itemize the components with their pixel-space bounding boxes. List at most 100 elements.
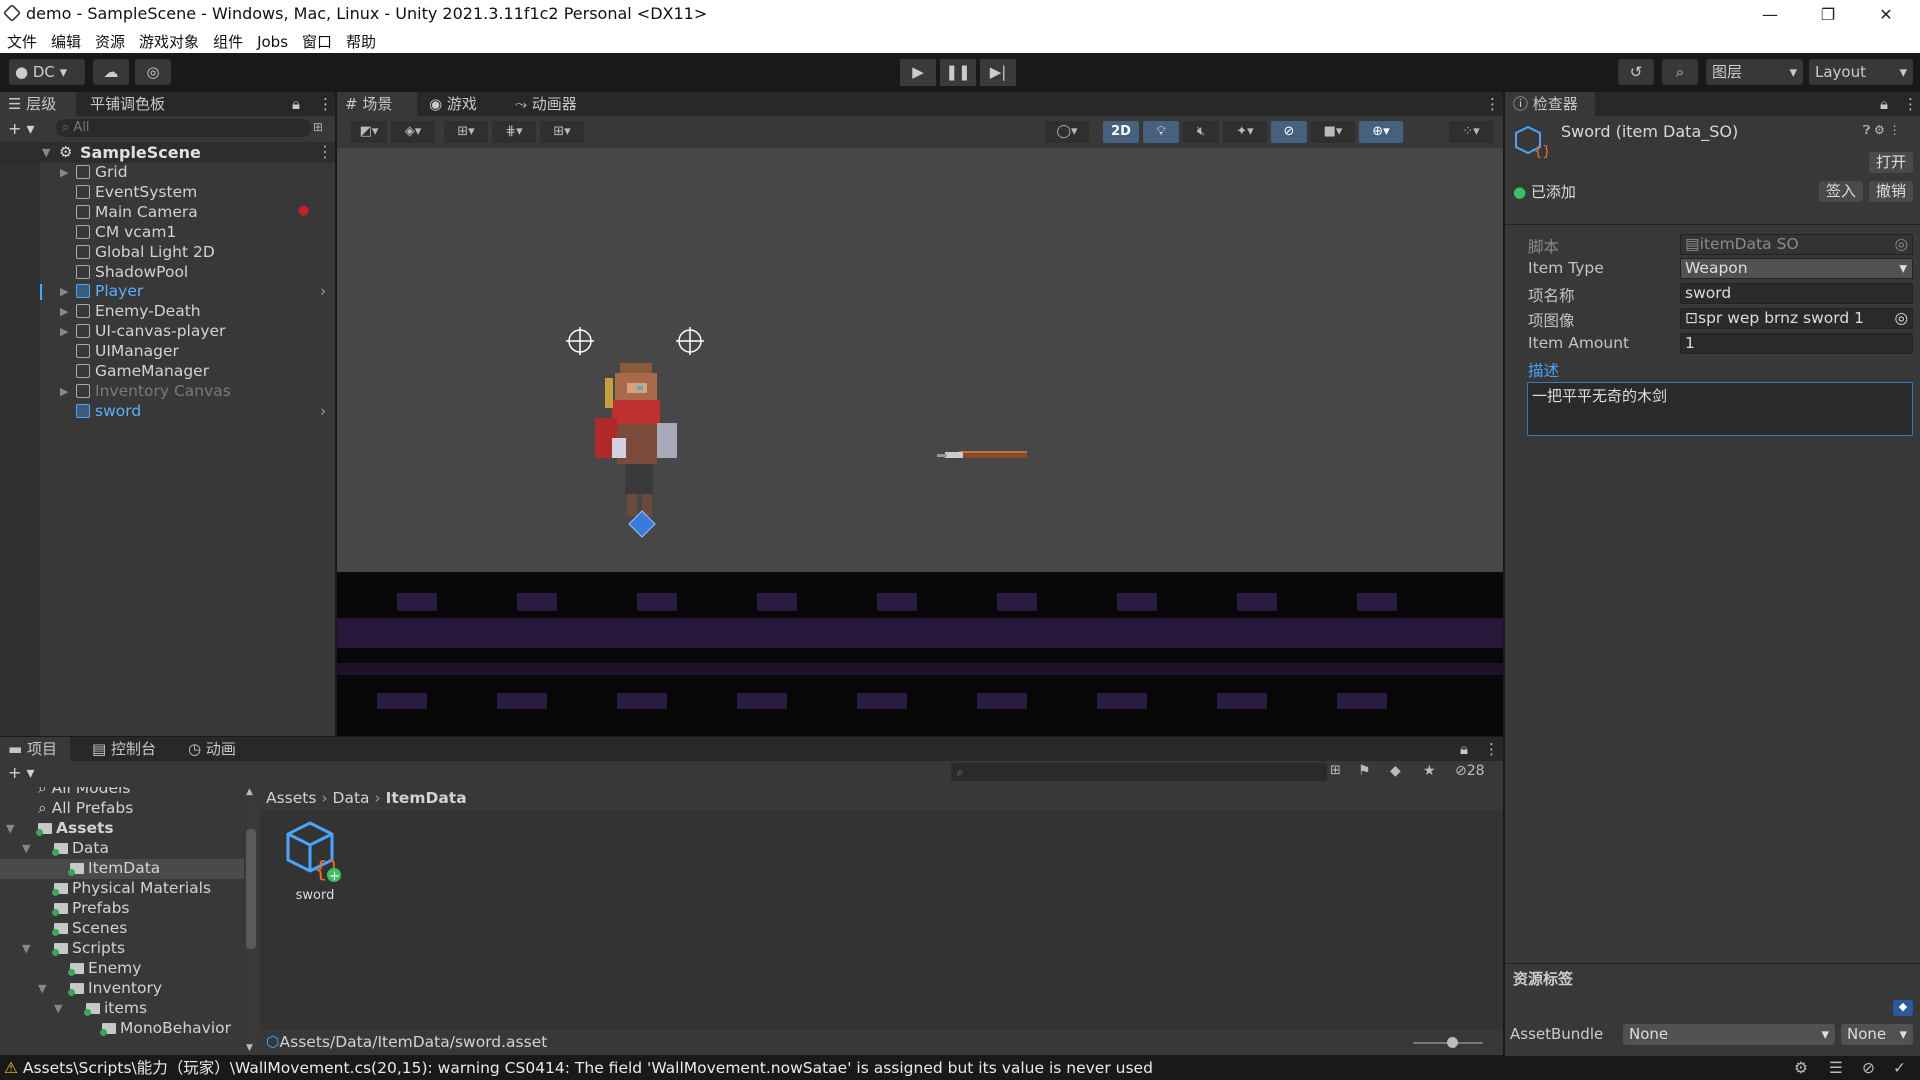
scene-canvas[interactable]	[337, 148, 1503, 736]
shading-icon[interactable]: ◈▾	[391, 121, 435, 143]
tree-item-prefabs[interactable]: Prefabs	[0, 899, 244, 919]
checkin-button[interactable]: 签入	[1819, 181, 1863, 202]
auto-generate-lighting-icon[interactable]: ✓	[1893, 1056, 1906, 1080]
more-icon[interactable]: ⋮	[1477, 92, 1508, 116]
hidden-packages-icon[interactable]: ⊘28	[1455, 763, 1485, 779]
expand-arrow-icon[interactable]: ▼	[38, 982, 46, 995]
breadcrumb-itemdata[interactable]: ItemData	[386, 789, 467, 807]
hierarchy-item-uimanager[interactable]: UIManager	[0, 342, 335, 362]
create-asset-button[interactable]: + ▾	[8, 763, 35, 782]
description-textarea[interactable]: 一把平平无奇的木剑	[1527, 382, 1913, 436]
chevron-right-icon[interactable]: ›	[320, 282, 326, 300]
hierarchy-item-cm-vcam1[interactable]: CM vcam1	[0, 223, 335, 243]
favorites-icon[interactable]: ★	[1423, 763, 1436, 779]
render-mode-icon[interactable]: ◯▾	[1045, 121, 1089, 143]
tree-item-all-prefabs[interactable]: ⌕ All Prefabs	[0, 799, 244, 819]
audio-icon[interactable]: 🔇︎	[1183, 121, 1219, 143]
2d-toggle-button[interactable]: 2D	[1103, 121, 1139, 143]
add-object-button[interactable]: + ▾	[8, 119, 35, 138]
hierarchy-item-player[interactable]: ▶ Player ›	[0, 282, 335, 302]
filter-by-type-icon[interactable]: ⚑	[1358, 763, 1371, 779]
project-search-input[interactable]: ⌕	[951, 763, 1327, 781]
scene-row[interactable]: ▼ ⚙ SampleScene ⋮	[0, 142, 335, 163]
overlay-menu-icon[interactable]: ⁘▾	[1449, 121, 1493, 143]
filter-by-label-icon[interactable]: ◆	[1390, 763, 1401, 779]
expand-arrow-icon[interactable]: ▶	[60, 325, 68, 338]
expand-arrow-icon[interactable]: ▼	[54, 1002, 62, 1015]
tab-animator[interactable]: ⤳ 动画器	[507, 92, 585, 116]
play-button[interactable]: ▶	[900, 59, 936, 86]
assetbundle-variant-dropdown[interactable]: None ▾	[1841, 1024, 1913, 1045]
tag-icon[interactable]: ◆	[1893, 1000, 1913, 1016]
menu-jobs[interactable]: Jobs	[250, 31, 295, 51]
scroll-up-icon[interactable]: ▲	[246, 787, 253, 797]
maximize-button[interactable]: ❐	[1800, 0, 1856, 29]
hierarchy-item-ui-canvas-player[interactable]: ▶ UI-canvas-player	[0, 322, 335, 342]
tab-game[interactable]: ◉ 游戏	[421, 92, 485, 116]
collab-icon[interactable]: ◎	[135, 59, 171, 85]
expand-arrow-icon[interactable]: ▼	[22, 942, 30, 955]
scrollbar-thumb[interactable]	[246, 829, 256, 949]
menu-window[interactable]: 窗口	[295, 29, 339, 52]
help-icon[interactable]: ❓︎ ⚙ ⋮	[1863, 123, 1901, 138]
chevron-right-icon[interactable]: ›	[320, 402, 326, 420]
cloud-icon[interactable]: ☁	[93, 59, 129, 85]
item-type-dropdown[interactable]: Weapon ▾	[1680, 258, 1913, 279]
tree-item-itemdata[interactable]: ItemData	[0, 859, 244, 879]
lighting-icon[interactable]: 💡︎	[1143, 121, 1179, 143]
sword-asset-label[interactable]: sword	[290, 888, 340, 903]
lock-icon[interactable]: 🔒︎	[284, 92, 308, 116]
menu-gameobject[interactable]: 游戏对象	[132, 29, 206, 52]
breadcrumb-data[interactable]: Data	[333, 789, 370, 807]
menu-assets[interactable]: 资源	[88, 29, 132, 52]
status-bar[interactable]: ⚠ Assets\Scripts\能力（玩家）\WallMovement.cs(…	[0, 1056, 1920, 1080]
hierarchy-item-sword[interactable]: sword ›	[0, 402, 335, 422]
expand-arrow-icon[interactable]: ▼	[42, 146, 50, 159]
tree-item-assets[interactable]: ▼ Assets	[0, 819, 244, 839]
tab-scene[interactable]: # 场景	[337, 92, 417, 116]
grid-visibility-icon[interactable]: ⋕▾	[492, 121, 536, 143]
menu-help[interactable]: 帮助	[339, 29, 383, 52]
tree-item-scenes[interactable]: Scenes	[0, 919, 244, 939]
hierarchy-item-shadowpool[interactable]: ShadowPool	[0, 263, 335, 283]
expand-arrow-icon[interactable]: ▶	[60, 385, 68, 398]
hierarchy-item-inventory-canvas[interactable]: ▶ Inventory Canvas	[0, 382, 335, 402]
item-name-input[interactable]: sword	[1680, 283, 1913, 304]
breadcrumb-assets[interactable]: Assets	[266, 789, 316, 807]
progress-icon[interactable]: ☰	[1829, 1056, 1843, 1080]
hierarchy-item-gamemanager[interactable]: GameManager	[0, 362, 335, 382]
grid-snap-icon[interactable]: ⊞▾	[444, 121, 488, 143]
history-icon[interactable]: ↺	[1618, 59, 1654, 85]
more-icon[interactable]: ⋮	[1476, 737, 1507, 761]
item-image-field[interactable]: ⊡spr wep brnz sword 1 ◎	[1680, 308, 1913, 329]
pause-button[interactable]: ❚❚	[940, 59, 976, 86]
layout-dropdown[interactable]: Layout ▾	[1809, 59, 1913, 85]
tree-item-physical-materials[interactable]: Physical Materials	[0, 879, 244, 899]
hierarchy-item-eventsystem[interactable]: EventSystem	[0, 183, 335, 203]
draw-mode-icon[interactable]: ◩▾	[351, 121, 387, 143]
hierarchy-search-input[interactable]: ⌕ All	[56, 119, 311, 137]
close-button[interactable]: ✕	[1858, 0, 1914, 29]
lock-icon[interactable]: 🔒︎	[1452, 737, 1476, 761]
sword-asset-icon[interactable]: {} +	[284, 821, 344, 884]
zoom-slider-handle[interactable]	[1447, 1037, 1458, 1048]
menu-edit[interactable]: 编辑	[44, 29, 88, 52]
tab-inspector[interactable]: ⓘ 检查器	[1505, 92, 1595, 116]
expand-arrow-icon[interactable]: ▶	[60, 166, 68, 179]
hierarchy-item-enemy-death[interactable]: ▶ Enemy-Death	[0, 302, 335, 322]
hierarchy-item-grid[interactable]: ▶ Grid	[0, 163, 335, 183]
expand-arrow-icon[interactable]: ▶	[60, 285, 68, 298]
tree-row-partial[interactable]: ⌕ All Models	[38, 787, 130, 799]
status-message[interactable]: Assets\Scripts\能力（玩家）\WallMovement.cs(20…	[23, 1059, 1153, 1077]
menu-file[interactable]: 文件	[0, 29, 44, 52]
tree-scrollbar[interactable]: ▲ ▼	[246, 787, 256, 1055]
tab-hierarchy[interactable]: ☰ 层级	[0, 92, 76, 116]
tree-item-scripts[interactable]: ▼ Scripts	[0, 939, 244, 959]
camera-icon[interactable]: ■▾	[1311, 121, 1355, 143]
cache-server-icon[interactable]: ⊘	[1862, 1056, 1875, 1080]
increment-snap-icon[interactable]: ⊞▾	[540, 121, 584, 143]
lock-icon[interactable]: 🔒︎	[1872, 92, 1896, 116]
tab-animation[interactable]: ◷ 动画	[180, 737, 244, 761]
tab-console[interactable]: ▤ 控制台	[84, 737, 164, 761]
expand-arrow-icon[interactable]: ▼	[22, 842, 30, 855]
